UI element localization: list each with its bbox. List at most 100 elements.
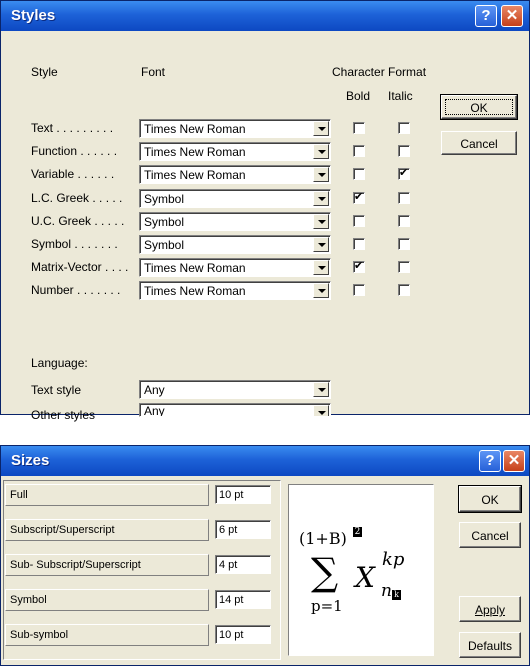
chevron-down-icon[interactable] — [313, 283, 329, 298]
font-dropdown-l-c-greek[interactable]: Symbol — [139, 189, 331, 208]
cancel-button[interactable]: Cancel — [441, 131, 517, 155]
size-input-symbol[interactable]: 14 pt — [215, 590, 271, 609]
bold-checkbox-matrix-vector[interactable] — [353, 259, 365, 273]
chevron-down-icon[interactable] — [313, 191, 329, 206]
font-dropdown-matrix-vector[interactable]: Times New Roman — [139, 258, 331, 277]
size-label-sub-subscript-superscript: Sub- Subscript/Superscript — [5, 554, 209, 576]
equation-preview: (1+B) 2 ∑ X kp n k p=1 — [288, 484, 434, 656]
ok-button[interactable]: OK — [458, 485, 522, 513]
size-input-sub-symbol[interactable]: 10 pt — [215, 625, 271, 644]
help-button[interactable]: ? — [475, 5, 497, 27]
chevron-down-icon[interactable] — [313, 144, 329, 159]
text-style-value: Any — [144, 383, 165, 397]
style-label-variable: Variable . . . . . . — [31, 167, 114, 181]
italic-checkbox-symbol[interactable] — [398, 238, 410, 250]
apply-button-label: Apply — [474, 603, 506, 617]
size-input-subscript-superscript[interactable]: 6 pt — [215, 520, 271, 539]
preview-sigma: ∑ — [311, 550, 339, 594]
style-label-text: Text . . . . . . . . . — [31, 121, 113, 135]
size-input-sub-subscript-superscript[interactable]: 4 pt — [215, 555, 271, 574]
chevron-down-icon[interactable] — [313, 382, 329, 397]
text-style-dropdown[interactable]: Any — [139, 380, 331, 399]
ok-button-label: OK — [481, 493, 499, 507]
size-input-value: 14 pt — [219, 594, 244, 606]
sizes-titlebar[interactable]: Sizes ? ✕ — [1, 446, 529, 476]
italic-checkbox-l-c-greek[interactable] — [398, 192, 410, 204]
sizes-title: Sizes — [11, 452, 50, 469]
preview-superscript: kp — [382, 549, 405, 570]
font-value: Symbol — [144, 192, 185, 206]
styles-title: Styles — [11, 7, 56, 24]
size-label-sub-symbol: Sub-symbol — [5, 624, 209, 646]
style-label-text: Function — [31, 144, 78, 158]
style-label-text: Symbol — [31, 237, 72, 251]
bold-checkbox-symbol[interactable] — [353, 238, 365, 250]
chevron-down-icon[interactable] — [313, 237, 329, 252]
chevron-down-icon[interactable] — [313, 405, 329, 416]
close-button[interactable]: ✕ — [503, 450, 525, 472]
font-dropdown-function[interactable]: Times New Roman — [139, 142, 331, 161]
preview-base-variable: X — [355, 561, 375, 594]
chevron-down-icon[interactable] — [313, 214, 329, 229]
style-label-dots: . . . . . . — [74, 167, 115, 181]
defaults-button[interactable]: Defaults — [459, 632, 521, 658]
size-label-text: Full — [10, 489, 28, 501]
cancel-button-label: Cancel — [460, 137, 498, 151]
size-label-text: Sub-symbol — [10, 629, 69, 641]
font-dropdown-variable[interactable]: Times New Roman — [139, 165, 331, 184]
style-label-text: Text — [31, 121, 54, 135]
style-label-function: Function . . . . . . — [31, 144, 117, 158]
italic-checkbox-number[interactable] — [398, 284, 410, 296]
style-label-l-c-greek: L.C. Greek . . . . . — [31, 191, 122, 205]
style-label-dots: . . . . . — [89, 191, 123, 205]
font-dropdown-number[interactable]: Times New Roman — [139, 281, 331, 300]
italic-checkbox-matrix-vector[interactable] — [398, 261, 410, 273]
font-value: Symbol — [144, 215, 185, 229]
style-label-number: Number . . . . . . . — [31, 283, 120, 297]
style-column-header: Style — [31, 65, 58, 79]
font-dropdown-u-c-greek[interactable]: Symbol — [139, 212, 331, 231]
help-button[interactable]: ? — [479, 450, 501, 472]
size-input-value: 10 pt — [219, 489, 244, 501]
chevron-down-icon[interactable] — [313, 121, 329, 136]
styles-titlebar[interactable]: Styles ? ✕ — [1, 1, 529, 31]
style-label-text: U.C. Greek — [31, 214, 92, 228]
bold-checkbox-text[interactable] — [353, 122, 365, 134]
bold-checkbox-variable[interactable] — [353, 168, 365, 180]
bold-checkbox-l-c-greek[interactable] — [353, 190, 365, 204]
italic-checkbox-u-c-greek[interactable] — [398, 215, 410, 227]
other-styles-value: Any — [144, 404, 165, 417]
style-label-text: Number — [31, 283, 74, 297]
cancel-button[interactable]: Cancel — [459, 522, 521, 548]
other-styles-dropdown[interactable]: Any — [139, 403, 331, 417]
bold-checkbox-number[interactable] — [353, 284, 365, 296]
style-label-text: Variable — [31, 167, 75, 181]
italic-checkbox-text[interactable] — [398, 122, 410, 134]
size-label-text: Symbol — [10, 594, 47, 606]
cancel-button-label: Cancel — [471, 529, 509, 543]
chevron-down-icon[interactable] — [313, 167, 329, 182]
style-label-u-c-greek: U.C. Greek . . . . . — [31, 214, 124, 228]
size-input-value: 6 pt — [219, 524, 238, 536]
ok-button[interactable]: OK — [440, 94, 518, 120]
styles-dialog: Styles ? ✕ Style Font Character Format B… — [0, 0, 530, 422]
size-label-symbol: Symbol — [5, 589, 209, 611]
chevron-down-icon[interactable] — [313, 260, 329, 275]
size-input-full[interactable]: 10 pt — [215, 485, 271, 504]
style-label-dots: . . . . . . . — [71, 237, 118, 251]
close-button[interactable]: ✕ — [501, 5, 523, 27]
font-dropdown-symbol[interactable]: Symbol — [139, 235, 331, 254]
bold-checkbox-u-c-greek[interactable] — [353, 215, 365, 227]
font-value: Times New Roman — [144, 168, 246, 182]
bold-checkbox-function[interactable] — [353, 145, 365, 157]
italic-checkbox-function[interactable] — [398, 145, 410, 157]
style-label-dots: . . . . . — [91, 214, 125, 228]
font-dropdown-text[interactable]: Times New Roman — [139, 119, 331, 138]
bold-column-header: Bold — [346, 89, 371, 103]
size-input-value: 10 pt — [219, 629, 244, 641]
italic-checkbox-variable[interactable] — [398, 166, 410, 180]
language-label: Language: — [31, 356, 88, 370]
other-styles-label: Other styles — [31, 408, 96, 422]
apply-button[interactable]: Apply — [459, 596, 521, 622]
style-label-symbol: Symbol . . . . . . . — [31, 237, 118, 251]
